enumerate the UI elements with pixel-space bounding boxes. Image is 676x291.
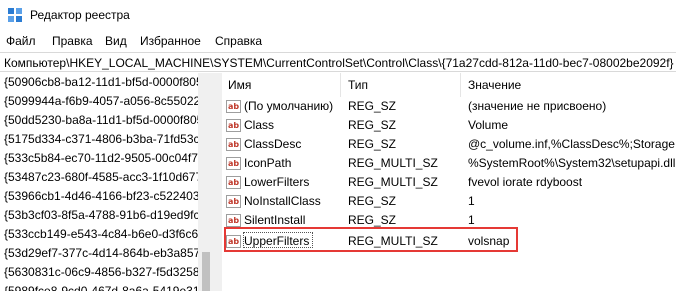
tree-item[interactable]: {533ccb149-e543-4c84-b6e0-d3f6c6 — [4, 225, 198, 244]
values-list[interactable]: Имя Тип Значение ab (По умолчанию) REG_S… — [222, 73, 676, 291]
address-path[interactable]: Компьютер\HKEY_LOCAL_MACHINE\SYSTEM\Curr… — [4, 56, 674, 70]
value-name: LowerFilters — [244, 175, 310, 189]
tree-item[interactable]: {5630831c-06c9-4856-b327-f5d32586 — [4, 263, 206, 282]
menu-favorites[interactable]: Избранное — [140, 34, 201, 48]
window-title: Редактор реестра — [30, 8, 130, 22]
value-type: REG_MULTI_SZ — [348, 156, 438, 170]
pane-splitter[interactable] — [214, 73, 222, 291]
string-value-icon: ab — [226, 214, 241, 227]
column-header-data[interactable]: Значение — [468, 73, 521, 97]
column-header-type[interactable]: Тип — [348, 73, 368, 97]
value-name: Class — [244, 118, 275, 132]
string-value-icon: ab — [226, 119, 241, 132]
tree-item[interactable]: {53b3cf03-8f5a-4788-91b6-d19ed9fc — [4, 206, 200, 225]
value-name: (По умолчанию) — [244, 99, 334, 113]
address-bar[interactable]: Компьютер\HKEY_LOCAL_MACHINE\SYSTEM\Curr… — [0, 52, 676, 72]
title-bar: Редактор реестра — [0, 0, 676, 30]
value-type: REG_SZ — [348, 99, 397, 113]
value-type: REG_SZ — [348, 194, 397, 208]
value-name: IconPath — [244, 156, 292, 170]
value-data: fvevol iorate rdyboost — [468, 175, 583, 189]
tree-item[interactable]: {53966cb1-4d46-4166-bf23-c522403c — [4, 187, 206, 206]
tree-item[interactable]: {5175d334-c371-4806-b3ba-71fd53c9 — [4, 130, 206, 149]
value-type: REG_SZ — [348, 137, 397, 151]
value-row[interactable]: ab (По умолчанию) REG_SZ (значение не пр… — [222, 97, 676, 116]
tree-item[interactable]: {50906cb8-ba12-11d1-bf5d-0000f805 — [4, 73, 203, 92]
menu-help[interactable]: Справка — [215, 34, 262, 48]
tree-scrollbar-thumb[interactable] — [202, 252, 210, 291]
menu-view[interactable]: Вид — [105, 34, 127, 48]
string-value-icon: ab — [226, 138, 241, 151]
value-name: ClassDesc — [244, 137, 302, 151]
highlight-annotation — [224, 227, 518, 252]
key-tree[interactable]: {50906cb8-ba12-11d1-bf5d-0000f805 {50999… — [0, 73, 214, 291]
value-name: NoInstallClass — [244, 194, 321, 208]
value-type: REG_MULTI_SZ — [348, 175, 438, 189]
value-row[interactable]: ab NoInstallClass REG_SZ 1 — [222, 192, 676, 211]
value-row[interactable]: ab IconPath REG_MULTI_SZ %SystemRoot%\Sy… — [222, 154, 676, 173]
menu-file[interactable]: Файл — [6, 34, 36, 48]
string-value-icon: ab — [226, 157, 241, 170]
value-type: REG_SZ — [348, 118, 397, 132]
value-row[interactable]: ab ClassDesc REG_SZ @c_volume.inf,%Class… — [222, 135, 676, 154]
tree-item[interactable]: {5099944a-f6b9-4057-a056-8c550228 — [4, 92, 207, 111]
tree-item[interactable]: {53487c23-680f-4585-acc3-1f10d6777 — [4, 168, 209, 187]
value-row[interactable]: ab LowerFilters REG_MULTI_SZ fvevol iora… — [222, 173, 676, 192]
tree-item[interactable]: {53d29ef7-377c-4d14-864b-eb3a8576 — [4, 244, 207, 263]
tree-item[interactable]: {5989fce8-9cd0-467d-8a6a-5419e315 — [4, 282, 206, 291]
menu-edit[interactable]: Правка — [52, 34, 93, 48]
value-data: Volume — [468, 118, 509, 132]
column-divider[interactable] — [460, 73, 461, 97]
value-data: 1 — [468, 194, 475, 208]
string-value-icon: ab — [226, 100, 241, 113]
value-data: %SystemRoot%\System32\setupapi.dll, — [468, 156, 676, 170]
string-value-icon: ab — [226, 195, 241, 208]
tree-item[interactable]: {50dd5230-ba8a-11d1-bf5d-0000f805 — [4, 111, 203, 130]
column-divider[interactable] — [340, 73, 341, 97]
value-data: @c_volume.inf,%ClassDesc%;Storage vol — [468, 137, 676, 151]
value-row[interactable]: ab Class REG_SZ Volume — [222, 116, 676, 135]
tree-item[interactable]: {533c5b84-ec70-11d2-9505-00c04f79 — [4, 149, 205, 168]
string-value-icon: ab — [226, 176, 241, 189]
menu-bar: Файл Правка Вид Избранное Справка — [0, 31, 676, 51]
value-data: (значение не присвоено) — [468, 99, 607, 113]
column-header-name[interactable]: Имя — [228, 73, 251, 97]
registry-editor-icon — [8, 8, 22, 22]
